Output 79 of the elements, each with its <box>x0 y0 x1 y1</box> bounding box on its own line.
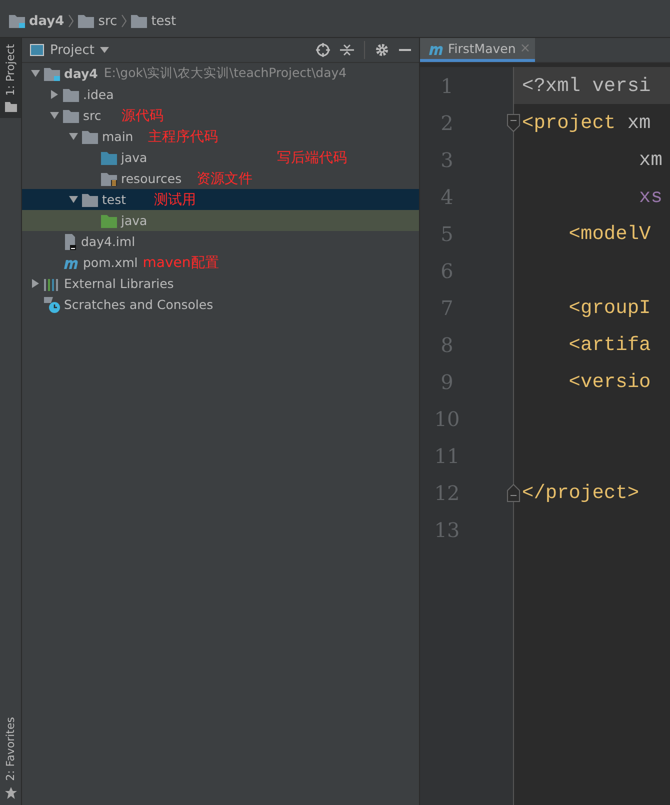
node-label: .idea <box>83 87 114 102</box>
collapse-arrow-icon[interactable] <box>50 111 58 120</box>
node-label: pom.xml <box>83 255 138 270</box>
module-folder-icon <box>9 14 25 28</box>
panel-icon <box>30 44 44 56</box>
editor-tab[interactable]: FirstMaven × <box>420 38 535 62</box>
scratches-icon <box>44 296 60 312</box>
annotation: 源代码 <box>121 106 164 124</box>
tree-row[interactable]: src 源代码 <box>22 105 419 126</box>
file-icon <box>63 234 77 250</box>
collapse-arrow-icon[interactable] <box>30 69 40 78</box>
folder-icon <box>63 108 79 122</box>
node-path: E:\gok\实训\农大实训\teachProject\day4 <box>104 65 347 82</box>
code-text: <groupI <box>568 296 651 318</box>
folder-icon <box>101 214 117 228</box>
node-label: test <box>102 192 126 207</box>
folder-icon <box>82 192 98 206</box>
tool-window-tab[interactable]: 2: Favorites <box>0 711 21 805</box>
code-text: </project> <box>522 482 640 504</box>
node-label: External Libraries <box>64 276 174 291</box>
annotation: maven配置 <box>142 254 219 272</box>
annotation: 资源文件 <box>196 170 253 188</box>
tree-row[interactable]: test 测试用 <box>22 189 419 210</box>
tree-row[interactable]: day4 E:\gok\实训\农大实训\teachProject\day4 <box>22 63 419 84</box>
folder-icon <box>82 130 98 144</box>
view-selector[interactable]: Project <box>50 42 94 58</box>
tool-window-tab[interactable]: 1: Project <box>0 38 21 118</box>
tree-row[interactable]: day4.iml <box>22 231 419 252</box>
star-icon <box>4 787 16 799</box>
settings-icon[interactable] <box>375 43 389 57</box>
expand-arrow-icon[interactable] <box>50 90 58 99</box>
folder-icon <box>78 14 94 28</box>
code-text: xs <box>638 186 662 208</box>
breadcrumb-item[interactable]: day4 <box>29 14 64 28</box>
collapse-arrow-icon[interactable] <box>68 195 78 204</box>
tree-row[interactable]: java 写后端代码 <box>22 147 419 168</box>
code-text: <modelV <box>568 222 651 244</box>
fold-marker-icon[interactable] <box>507 114 520 132</box>
code-text: <?xml versi <box>522 74 651 96</box>
node-label: java <box>121 150 148 165</box>
folder-icon <box>4 102 16 112</box>
code-text: xm <box>626 112 651 134</box>
module-folder-icon <box>44 66 60 80</box>
code-text: <artifa <box>568 334 651 356</box>
folder-icon <box>131 14 148 28</box>
tree-row[interactable]: java <box>22 210 419 231</box>
resources-folder-icon <box>101 172 117 186</box>
folder-icon <box>101 150 117 164</box>
folder-icon <box>63 88 79 102</box>
code-text: <versio <box>568 370 651 392</box>
tree-row[interactable]: resources 资源文件 <box>22 168 419 189</box>
code-text: xm <box>638 148 662 170</box>
breadcrumb-item[interactable]: test <box>151 14 176 28</box>
code-text: <project <box>522 112 616 134</box>
node-label: resources <box>121 171 182 186</box>
chevron-icon <box>68 14 74 28</box>
collapse-all-icon[interactable] <box>340 43 354 57</box>
collapse-arrow-icon[interactable] <box>68 132 78 141</box>
node-label: day4.iml <box>81 234 136 249</box>
dropdown-caret-icon[interactable] <box>100 47 110 53</box>
annotation: 主程序代码 <box>148 128 218 146</box>
node-label: day4 <box>64 66 98 81</box>
annotation: 测试用 <box>154 190 196 208</box>
node-label: src <box>83 108 102 123</box>
fold-marker-icon[interactable] <box>507 484 520 502</box>
tree-row[interactable]: Scratches and Consoles <box>22 294 419 315</box>
tree-row[interactable]: External Libraries <box>22 273 419 294</box>
tree-row[interactable]: .idea <box>22 84 419 105</box>
node-label: java <box>121 213 148 228</box>
tree-row[interactable]: main 主程序代码 <box>22 126 419 147</box>
node-label: main <box>102 129 134 144</box>
node-label: Scratches and Consoles <box>64 297 214 312</box>
libraries-icon <box>44 276 60 290</box>
annotation: 写后端代码 <box>277 148 348 166</box>
chevron-icon <box>121 14 128 28</box>
breadcrumb-item[interactable]: src <box>98 14 118 28</box>
expand-arrow-icon[interactable] <box>30 279 40 288</box>
locate-icon[interactable] <box>316 43 330 57</box>
tree-row[interactable]: pom.xml maven配置 <box>22 252 419 273</box>
